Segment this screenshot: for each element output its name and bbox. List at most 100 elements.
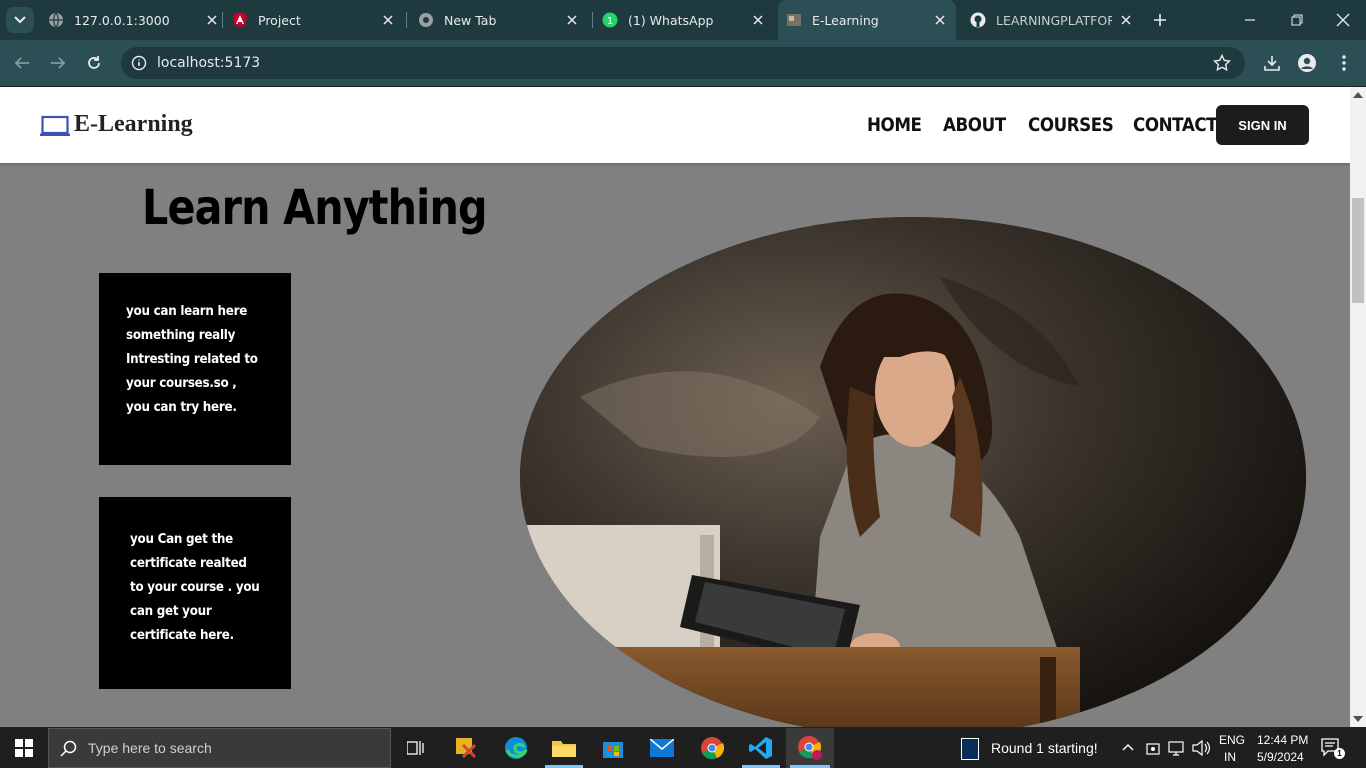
profile-icon	[1298, 54, 1316, 72]
microsoft-store-icon[interactable]	[599, 734, 627, 762]
nav-about-link[interactable]: ABOUT	[943, 114, 1006, 136]
tab-e-learning[interactable]: E-Learning	[778, 0, 956, 40]
tab-title: (1) WhatsApp	[628, 12, 714, 28]
tab-title: LEARNINGPLATFORM	[996, 12, 1112, 28]
pga-app-icon[interactable]	[961, 738, 979, 760]
minimize-icon	[1245, 19, 1255, 21]
reload-button[interactable]	[84, 53, 104, 73]
close-tab-icon[interactable]	[380, 12, 396, 28]
notification-text[interactable]: Round 1 starting!	[991, 740, 1098, 756]
page-scrollbar[interactable]	[1350, 87, 1366, 727]
tab-new-tab[interactable]: New Tab	[418, 0, 580, 40]
card-text-line: your courses.so ,	[126, 376, 237, 391]
nav-contact-link[interactable]: CONTACT	[1133, 114, 1218, 136]
card-text-line: certificate here.	[130, 628, 234, 643]
volume-icon[interactable]	[1192, 740, 1210, 756]
card-text-line: you can learn here	[126, 304, 248, 319]
clock-date[interactable]: 5/9/2024	[1257, 750, 1304, 764]
close-tab-icon[interactable]	[564, 12, 580, 28]
language-code[interactable]: ENG	[1219, 733, 1245, 747]
site-logo[interactable]: E-Learning	[74, 111, 193, 138]
chrome-icon	[418, 12, 434, 28]
tab-title: 127.0.0.1:3000	[74, 12, 170, 28]
notification-count-badge: 1	[1334, 748, 1345, 759]
site-info-icon[interactable]	[131, 55, 147, 71]
close-window-button[interactable]	[1333, 10, 1353, 30]
nav-home-link[interactable]: HOME	[867, 114, 922, 136]
edge-browser-icon[interactable]	[502, 734, 530, 762]
star-icon	[1213, 54, 1231, 72]
tab-title: New Tab	[444, 12, 497, 28]
svg-text:1: 1	[607, 16, 613, 27]
card-text-line: certificate realted	[130, 556, 247, 571]
sign-in-button[interactable]: SIGN IN	[1216, 105, 1309, 145]
start-button[interactable]	[0, 728, 48, 768]
card-text-line: you Can get the	[130, 532, 233, 547]
whatsapp-icon: 1	[602, 12, 618, 28]
angular-icon	[232, 12, 248, 28]
hero-title: Learn Anything	[142, 180, 488, 236]
chrome-profile-app-icon[interactable]	[796, 734, 824, 762]
file-explorer-icon[interactable]	[550, 734, 578, 762]
close-tab-icon[interactable]	[1118, 12, 1134, 28]
app-tool-icon[interactable]	[453, 734, 481, 762]
tab-localhost-3000[interactable]: 127.0.0.1:3000	[48, 0, 220, 40]
close-tab-icon[interactable]	[750, 12, 766, 28]
hero-image	[520, 217, 1306, 727]
close-tab-icon[interactable]	[932, 12, 948, 28]
vscode-icon[interactable]	[747, 734, 775, 762]
laptop-icon	[40, 115, 70, 136]
minimize-button[interactable]	[1240, 10, 1260, 30]
profile-button[interactable]	[1297, 53, 1317, 73]
tab-project[interactable]: Project	[232, 0, 396, 40]
new-tab-button[interactable]	[1150, 10, 1170, 30]
close-tab-icon[interactable]	[204, 12, 220, 28]
bookmark-button[interactable]	[1212, 53, 1232, 73]
menu-button[interactable]	[1334, 53, 1354, 73]
tab-whatsapp[interactable]: 1 (1) WhatsApp	[602, 0, 766, 40]
reload-icon	[88, 56, 100, 69]
plus-icon	[1154, 14, 1166, 26]
tab-learningplatform[interactable]: LEARNINGPLATFORM	[970, 0, 1134, 40]
chevron-down-icon	[14, 16, 26, 24]
feature-card-learn: you can learn here something really Intr…	[99, 273, 291, 465]
url-text[interactable]: localhost:5173	[157, 55, 260, 71]
card-text-line: to your course . you	[130, 580, 260, 595]
restore-icon	[1291, 14, 1303, 26]
nav-courses-link[interactable]: COURSES	[1028, 114, 1114, 136]
card-text-line: can get your	[130, 604, 212, 619]
arrow-left-icon	[14, 57, 29, 69]
clock-time[interactable]: 12:44 PM	[1257, 733, 1308, 747]
chrome-browser-icon[interactable]	[698, 734, 726, 762]
site-navbar: E-Learning HOME ABOUT COURSES CONTACT SI…	[0, 87, 1350, 163]
feature-card-certificate: you Can get the certificate realted to y…	[99, 497, 291, 689]
tab-title: Project	[258, 12, 301, 28]
taskbar-search-placeholder[interactable]: Type here to search	[88, 740, 212, 756]
mail-icon[interactable]	[648, 734, 676, 762]
kebab-menu-icon	[1342, 55, 1346, 71]
restore-button[interactable]	[1287, 10, 1307, 30]
scroll-up-arrow-icon[interactable]	[1353, 92, 1363, 98]
task-view-icon[interactable]	[402, 734, 430, 762]
arrow-right-icon	[51, 57, 66, 69]
scrollbar-thumb[interactable]	[1352, 198, 1364, 303]
web-page: E-Learning HOME ABOUT COURSES CONTACT SI…	[0, 87, 1350, 727]
forward-button[interactable]	[48, 53, 68, 73]
close-icon	[1336, 13, 1350, 27]
globe-icon	[48, 12, 64, 28]
meet-now-icon[interactable]	[1146, 740, 1160, 756]
network-icon[interactable]	[1168, 740, 1186, 756]
card-text-line: you can try here.	[126, 400, 237, 415]
language-region[interactable]: IN	[1224, 750, 1236, 764]
site-favicon-icon	[786, 12, 802, 28]
scroll-down-arrow-icon[interactable]	[1353, 716, 1363, 722]
back-button[interactable]	[12, 53, 32, 73]
tab-search-button[interactable]	[6, 7, 34, 33]
windows-logo-icon	[15, 739, 33, 757]
card-text-line: Intresting related to	[126, 352, 258, 367]
chevron-up-icon[interactable]	[1122, 743, 1134, 751]
downloads-button[interactable]	[1262, 53, 1282, 73]
address-bar[interactable]	[121, 47, 1245, 79]
notifications-button[interactable]: 1	[1320, 736, 1346, 760]
search-icon	[60, 740, 77, 757]
